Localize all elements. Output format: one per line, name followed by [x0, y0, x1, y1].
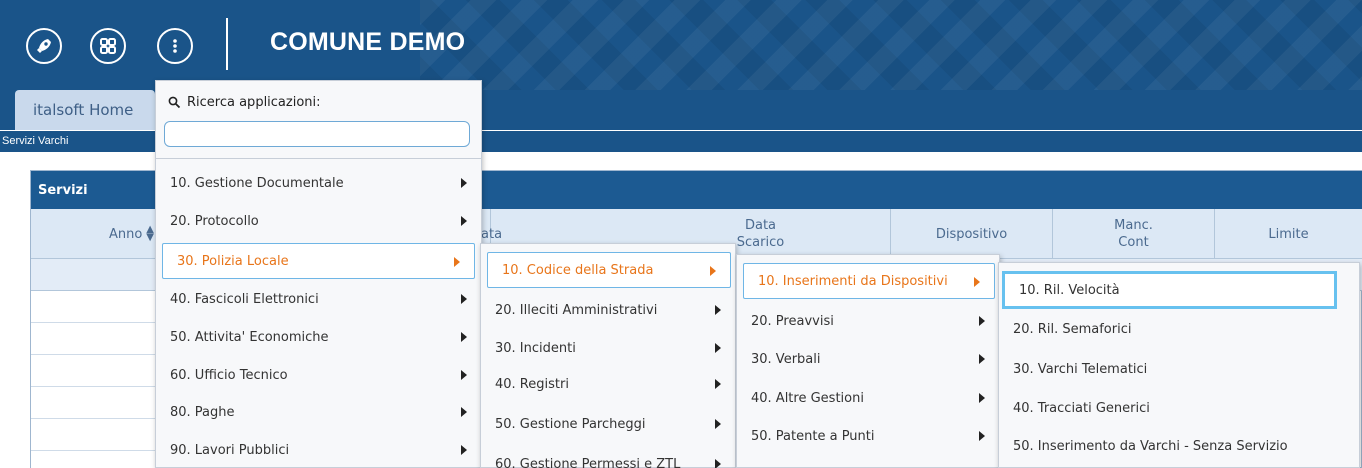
submenu-arrow-icon: [461, 445, 467, 455]
table-row[interactable]: [31, 419, 161, 451]
menu-item-gestione-permessi-ztl[interactable]: 60. Gestione Permessi e ZTL: [481, 446, 735, 468]
breadcrumb: Servizi Varchi: [2, 135, 69, 147]
column-header-limite[interactable]: Limite: [1215, 209, 1362, 259]
submenu-arrow-icon: [715, 459, 721, 468]
submenu-arrow-icon: [979, 431, 985, 441]
rocket-icon[interactable]: [26, 28, 62, 64]
menu-item-inserimenti-da-dispositivi[interactable]: 10. Inserimenti da Dispositivi: [743, 263, 995, 299]
menu-item-registri[interactable]: 40. Registri: [481, 366, 735, 402]
submenu-arrow-icon: [454, 257, 460, 267]
submenu-arrow-icon: [461, 407, 467, 417]
inserimenti-da-dispositivi-submenu: 10. Ril. Velocità 20. Ril. Semaforici 30…: [998, 262, 1360, 468]
submenu-arrow-icon: [715, 419, 721, 429]
panel-title: Servizi: [38, 183, 88, 198]
menu-item-fascicoli-elettronici[interactable]: 40. Fascicoli Elettronici: [156, 281, 481, 317]
app-title: COMUNE DEMO: [270, 28, 466, 56]
menu-item-gestione-parcheggi[interactable]: 50. Gestione Parcheggi: [481, 406, 735, 442]
search-icon: [168, 96, 181, 109]
menu-item-lavori-pubblici[interactable]: 90. Lavori Pubblici: [156, 432, 481, 468]
column-header-manc-cont[interactable]: Manc. Cont: [1053, 209, 1215, 259]
sort-icon[interactable]: ▲ ▼: [146, 225, 154, 243]
submenu-arrow-icon: [715, 305, 721, 315]
menu-item-ril-velocita[interactable]: 10. Ril. Velocità: [1002, 271, 1337, 309]
menu-item-preavvisi[interactable]: 20. Preavvisi: [737, 303, 999, 339]
menu-item-ufficio-tecnico[interactable]: 60. Ufficio Tecnico: [156, 357, 481, 393]
submenu-arrow-icon: [461, 332, 467, 342]
table-row[interactable]: [31, 387, 161, 419]
top-header: COMUNE DEMO: [0, 0, 1362, 90]
polizia-locale-submenu: 10. Codice della Strada 20. Illeciti Amm…: [480, 243, 736, 468]
submenu-arrow-icon: [461, 216, 467, 226]
column-header-anno[interactable]: Anno ▲ ▼: [31, 209, 161, 259]
menu-item-illeciti-amministrativi[interactable]: 20. Illeciti Amministrativi: [481, 292, 735, 328]
menu-item-tracciati-generici[interactable]: 40. Tracciati Generici: [999, 390, 1359, 426]
submenu-arrow-icon: [979, 393, 985, 403]
menu-item-varchi-telematici[interactable]: 30. Varchi Telematici: [999, 351, 1359, 387]
submenu-arrow-icon: [974, 277, 980, 287]
menu-item-protocollo[interactable]: 20. Protocollo: [156, 203, 481, 239]
search-label: Ricerca applicazioni:: [168, 95, 321, 110]
menu-item-verbali[interactable]: 30. Verbali: [737, 341, 999, 377]
menu-item-incidenti[interactable]: 30. Incidenti: [481, 330, 735, 366]
menu-item-polizia-locale[interactable]: 30. Polizia Locale: [162, 243, 475, 279]
menu-divider: [156, 158, 481, 159]
apps-grid-icon[interactable]: [90, 28, 126, 64]
table-row[interactable]: [31, 291, 161, 323]
search-input[interactable]: [164, 121, 470, 147]
submenu-arrow-icon: [461, 370, 467, 380]
submenu-arrow-icon: [710, 266, 716, 276]
more-vertical-icon[interactable]: [157, 28, 193, 64]
column-header-dispositivo[interactable]: Dispositivo: [891, 209, 1053, 259]
applications-menu: Ricerca applicazioni: 10. Gestione Docum…: [155, 80, 482, 468]
tab-italsoft-home[interactable]: italsoft Home: [15, 90, 155, 130]
menu-item-patente-a-punti[interactable]: 50. Patente a Punti: [737, 418, 999, 454]
table-row[interactable]: [31, 355, 161, 387]
table-row[interactable]: [31, 323, 161, 355]
menu-item-inserimento-da-varchi[interactable]: 50. Inserimento da Varchi - Senza Serviz…: [999, 428, 1359, 464]
table-row[interactable]: [31, 451, 161, 468]
menu-item-ril-semaforici[interactable]: 20. Ril. Semaforici: [999, 311, 1359, 347]
header-pattern: [420, 0, 1362, 90]
menu-item-attivita-economiche[interactable]: 50. Attivita' Economiche: [156, 319, 481, 355]
menu-item-paghe[interactable]: 80. Paghe: [156, 394, 481, 430]
submenu-arrow-icon: [715, 343, 721, 353]
menu-item-gestione-documentale[interactable]: 10. Gestione Documentale: [156, 165, 481, 201]
codice-della-strada-submenu: 10. Inserimenti da Dispositivi 20. Preav…: [736, 254, 1000, 468]
submenu-arrow-icon: [715, 379, 721, 389]
menu-item-codice-della-strada[interactable]: 10. Codice della Strada: [487, 252, 731, 288]
header-separator: [226, 18, 228, 70]
submenu-arrow-icon: [461, 178, 467, 188]
submenu-arrow-icon: [979, 316, 985, 326]
menu-item-altre-gestioni[interactable]: 40. Altre Gestioni: [737, 380, 999, 416]
submenu-arrow-icon: [979, 354, 985, 364]
submenu-arrow-icon: [461, 294, 467, 304]
